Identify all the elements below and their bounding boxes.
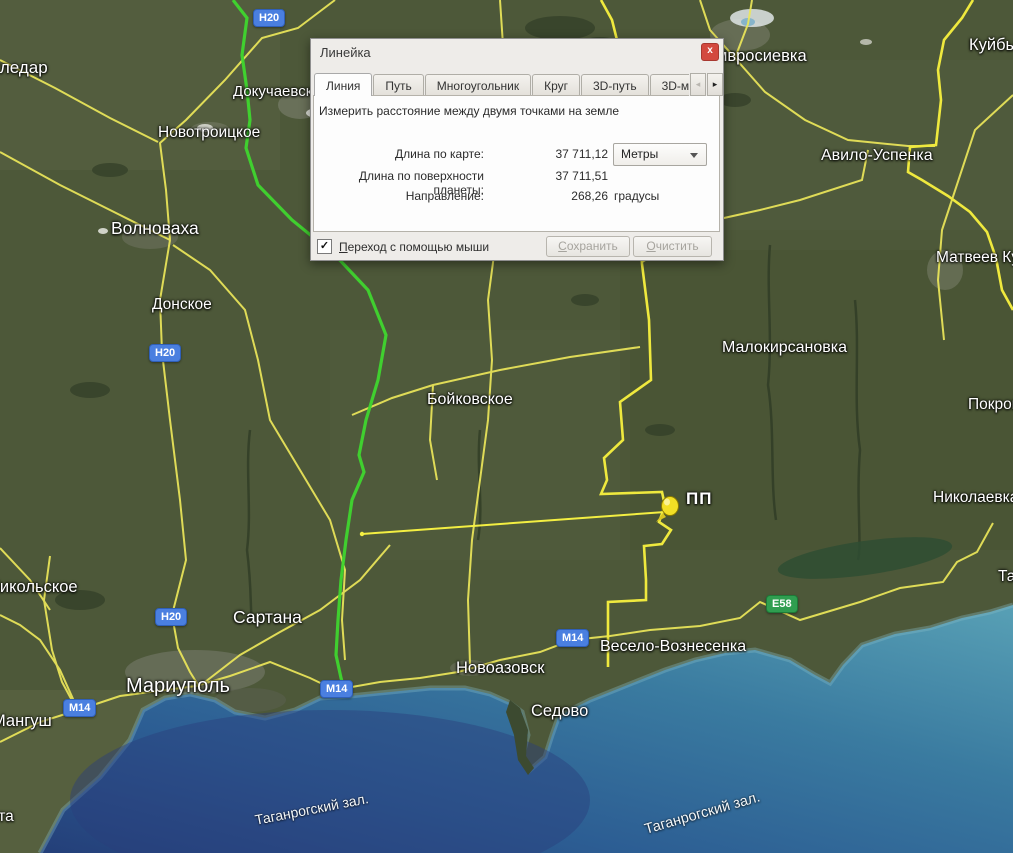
place-label: Мариуполь xyxy=(126,675,230,697)
place-label: Мангуш xyxy=(0,712,52,730)
instruction-text: Измерить расстояние между двумя точками … xyxy=(319,104,619,118)
close-button[interactable]: x xyxy=(701,43,719,61)
place-label: Угледар xyxy=(0,59,48,78)
save-button[interactable]: Сохранить xyxy=(546,236,630,257)
place-label: Куйбышево xyxy=(969,36,1013,54)
place-label: Новоазовск xyxy=(456,659,544,677)
tab-scroll-arrows: ◂ ▸ xyxy=(689,73,723,96)
road-badge-H20: H20 xyxy=(253,9,285,27)
tab-3D-путь[interactable]: 3D-путь xyxy=(581,74,649,96)
tab-Линия[interactable]: Линия xyxy=(314,73,372,96)
place-label: Донское xyxy=(152,296,212,313)
unit-dropdown-value: Метры xyxy=(621,147,658,161)
place-label: Ялта xyxy=(0,808,14,825)
clear-mnemonic: О xyxy=(646,239,655,253)
tab-scroll-right-icon[interactable]: ▸ xyxy=(707,73,723,96)
screen: Угледар Докучаевск Новотроицкое Волноваха До… xyxy=(0,0,1013,853)
mouse-nav-checkbox[interactable]: ✓ xyxy=(317,239,332,254)
place-label: Малокирсановка xyxy=(722,339,847,357)
heading-label: Направление: xyxy=(311,189,484,203)
map-length-value: 37 711,12 xyxy=(491,147,608,161)
tab-Путь[interactable]: Путь xyxy=(373,74,423,96)
place-label: Сартана xyxy=(233,608,302,627)
ground-length-value: 37 711,51 xyxy=(491,169,608,183)
place-label: Новотроицкое xyxy=(158,124,260,141)
place-label: Седово xyxy=(531,702,588,720)
mouse-nav-option: ✓ Переход с помощью мыши xyxy=(317,239,489,254)
place-label: Волноваха xyxy=(111,219,199,238)
place-label: Покровское xyxy=(968,396,1013,413)
place-label: Матвеев Курган xyxy=(936,249,1013,266)
road-badge-M14: M14 xyxy=(63,699,96,717)
place-label: Николаевка xyxy=(933,489,1013,506)
heading-unit: градусы xyxy=(614,189,659,203)
measurement-endpoint[interactable] xyxy=(360,532,364,536)
place-label: Весело-Вознесенка xyxy=(600,638,746,656)
road-badge-H20: H20 xyxy=(155,608,187,626)
save-mnemonic: С xyxy=(558,239,567,253)
place-label: Таганрог xyxy=(998,568,1013,585)
mouse-nav-label[interactable]: Переход с помощью мыши xyxy=(339,240,489,254)
clear-rest: чистить xyxy=(656,239,699,253)
save-rest: охранить xyxy=(567,239,618,253)
heading-value: 268,26 xyxy=(491,189,608,203)
road-badge-M14: M14 xyxy=(320,680,353,698)
close-icon: x xyxy=(707,45,713,56)
place-label: ПП xyxy=(686,490,712,509)
road-badge-E58: E58 xyxy=(766,595,798,613)
tab-scroll-left-icon[interactable]: ◂ xyxy=(690,73,706,96)
mouse-nav-rest: ереход с помощью мыши xyxy=(348,240,489,254)
map-length-label: Длина по карте: xyxy=(311,147,484,161)
unit-dropdown[interactable]: Метры xyxy=(613,143,707,166)
road-badge-H20: H20 xyxy=(149,344,181,362)
terrain-patch xyxy=(700,60,1013,230)
tab-Многоугольник[interactable]: Многоугольник xyxy=(425,74,531,96)
chevron-down-icon xyxy=(690,153,698,158)
place-label: Докучаевск xyxy=(233,84,312,101)
ruler-dialog: Линейка x ЛинияПутьМногоугольникКруг3D-п… xyxy=(310,38,724,261)
clear-button[interactable]: Очистить xyxy=(633,236,712,257)
dialog-title[interactable]: Линейка xyxy=(320,45,371,60)
place-label: Авило-Успенка xyxy=(821,147,933,165)
tab-strip: ЛинияПутьМногоугольникКруг3D-путь3D-мног… xyxy=(314,73,721,96)
place-label: Никольское xyxy=(0,578,78,596)
mouse-nav-mnemonic: П xyxy=(339,240,348,254)
road-badge-M14: M14 xyxy=(556,629,589,647)
tab-Круг[interactable]: Круг xyxy=(532,74,580,96)
place-label: Бойковское xyxy=(427,391,513,409)
